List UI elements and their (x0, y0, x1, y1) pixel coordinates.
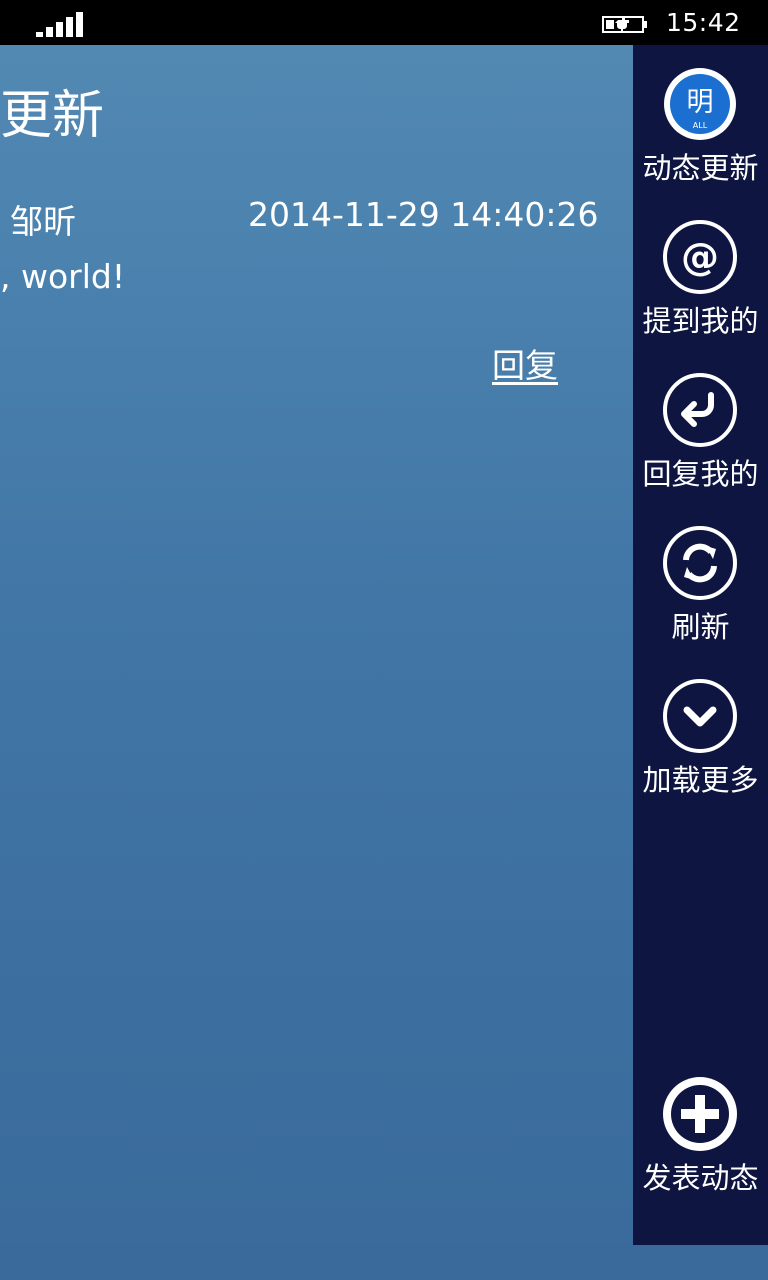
app-screen: 15:42 更新 邹昕 2014-11-29 14:40:26 , world!… (0, 0, 768, 1280)
status-clock: 15:42 (666, 8, 741, 37)
svg-text:@: @ (681, 235, 719, 279)
bottom-strip (0, 1245, 768, 1280)
page-title: 更新 (0, 86, 105, 146)
status-bar: 15:42 (0, 0, 768, 45)
post-author[interactable]: 邹昕 (10, 195, 76, 243)
menu-label: 刷新 (671, 610, 730, 644)
menu-label: 发表动态 (642, 1161, 759, 1195)
all-badge-text: 明 (687, 87, 714, 118)
menu-label: 回复我的 (642, 457, 759, 491)
all-updates-icon: 明 ALL (664, 68, 736, 140)
post-timestamp: 2014-11-29 14:40:26 (248, 195, 599, 234)
all-badge-sub: ALL (693, 121, 708, 130)
refresh-icon (663, 526, 737, 600)
menu-item-mentions[interactable]: @ 提到我的 (633, 218, 768, 338)
side-menu: 明 ALL 动态更新 @ 提到我的 回复我的 刷新 加载更多 发表动态 (633, 45, 768, 1245)
signal-strength-icon (36, 12, 83, 37)
menu-item-refresh[interactable]: 刷新 (633, 524, 768, 644)
chevron-down-icon (663, 679, 737, 753)
menu-label: 提到我的 (642, 304, 759, 338)
reply-arrow-icon (663, 373, 737, 447)
reply-link[interactable]: 回复 (492, 339, 558, 387)
menu-item-load-more[interactable]: 加载更多 (633, 677, 768, 797)
menu-item-post-update[interactable]: 发表动态 (633, 1075, 768, 1195)
menu-item-all-updates[interactable]: 明 ALL 动态更新 (633, 65, 768, 185)
battery-charging-icon (602, 16, 647, 33)
menu-label: 加载更多 (642, 763, 759, 797)
main-content: 更新 邹昕 2014-11-29 14:40:26 , world! 回复 明 … (0, 45, 768, 1280)
at-icon: @ (663, 220, 737, 294)
plus-circle-icon (663, 1077, 737, 1151)
post-body: , world! (0, 257, 126, 296)
menu-label: 动态更新 (642, 151, 759, 185)
menu-item-replies[interactable]: 回复我的 (633, 371, 768, 491)
